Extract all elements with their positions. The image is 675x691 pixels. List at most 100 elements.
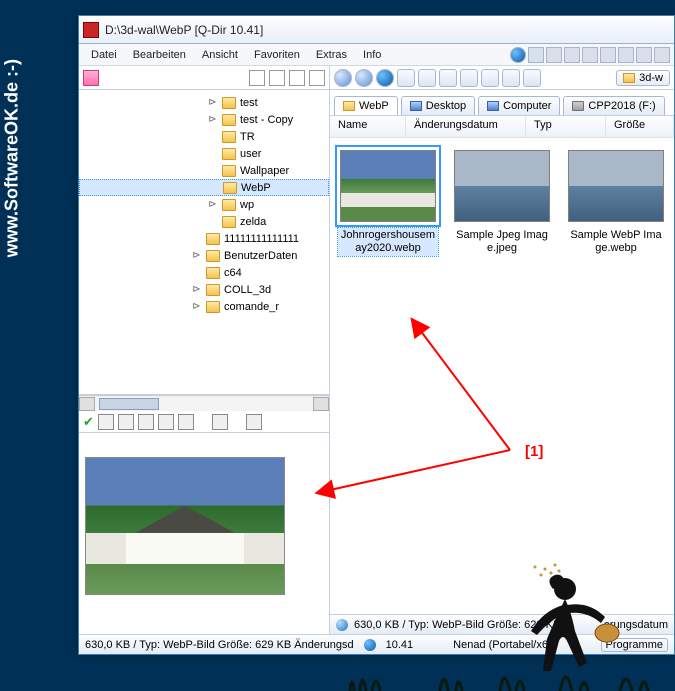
preview-tool-icon[interactable] (138, 414, 154, 430)
tree-item[interactable]: ⊳test (79, 94, 329, 111)
drive-icon (572, 101, 584, 111)
globe-icon[interactable] (510, 47, 526, 63)
globe-icon (364, 639, 376, 651)
check-icon[interactable]: ✔ (83, 414, 94, 430)
close-icon[interactable] (309, 70, 325, 86)
forward-icon[interactable] (355, 69, 373, 87)
folder-tree[interactable]: ⊳test⊳test - CopyTRuser Wallpaper WebP⊳wpz… (79, 90, 329, 395)
toolbar-icon[interactable] (481, 69, 499, 87)
titlebar[interactable]: D:\3d-wal\WebP [Q-Dir 10.41] (79, 16, 674, 44)
desktop-icon (410, 101, 422, 111)
menu-file[interactable]: Datei (83, 49, 125, 61)
toolbar-icon[interactable] (618, 47, 634, 63)
scroll-thumb[interactable] (99, 398, 159, 410)
toolbar-icon[interactable] (564, 47, 580, 63)
toolbar-icon[interactable] (636, 47, 652, 63)
scroll-right-arrow[interactable] (313, 397, 329, 411)
menubar: Datei Bearbeiten Ansicht Favoriten Extra… (79, 44, 674, 66)
tree-item[interactable]: c64 (79, 264, 329, 281)
preview-tool-icon[interactable] (118, 414, 134, 430)
file-thumb[interactable]: Sample WebP Image.webp (566, 150, 666, 256)
preview-panel (79, 433, 329, 634)
tree-item[interactable]: zelda (79, 213, 329, 230)
preview-toolbar: ✔ (79, 411, 329, 433)
expand-icon[interactable]: ⊳ (191, 284, 202, 295)
menu-favorites[interactable]: Favoriten (246, 49, 308, 61)
toolbar-icon[interactable] (582, 47, 598, 63)
tree-item[interactable]: WebP (79, 179, 329, 196)
tree-item[interactable]: ⊳wp (79, 196, 329, 213)
grid-icon[interactable] (249, 70, 265, 86)
tree-item[interactable]: 11111111111111 (79, 230, 329, 247)
status-left: 630,0 KB / Typ: WebP-Bild Größe: 629 KB … (85, 639, 354, 651)
pin-icon[interactable] (83, 70, 99, 86)
scroll-left-arrow[interactable] (79, 397, 95, 411)
tree-item[interactable]: ⊳comande_r (79, 298, 329, 315)
right-toolbar: 3d-w (330, 66, 674, 90)
thumbnail-view[interactable]: Johnrogershousemay2020.webp Sample Jpeg … (330, 138, 674, 614)
column-size[interactable]: Größe (606, 116, 674, 137)
toolbar-icon[interactable] (397, 69, 415, 87)
preview-tool-icon[interactable] (212, 414, 228, 430)
tab-computer[interactable]: Computer (478, 96, 560, 115)
file-thumb[interactable]: Johnrogershousemay2020.webp (338, 150, 438, 256)
tree-item[interactable]: ⊳ COLL_3d (79, 281, 329, 298)
tree-item[interactable]: TR (79, 128, 329, 145)
tree-toolbar (79, 66, 329, 90)
column-name[interactable]: Name (330, 116, 406, 137)
search-icon[interactable] (289, 70, 305, 86)
folder-icon (623, 73, 635, 83)
preview-tool-icon[interactable] (98, 414, 114, 430)
back-icon[interactable] (334, 69, 352, 87)
folder-icon (222, 131, 236, 143)
tab-desktop[interactable]: Desktop (401, 96, 475, 115)
expand-icon[interactable]: ⊳ (191, 250, 202, 261)
file-thumb[interactable]: Sample Jpeg Image.jpeg (452, 150, 552, 256)
preview-tool-icon[interactable] (246, 414, 262, 430)
toolbar-icon[interactable] (460, 69, 478, 87)
expand-icon[interactable]: ⊳ (191, 301, 202, 312)
app-window: D:\3d-wal\WebP [Q-Dir 10.41] Datei Bearb… (78, 15, 675, 655)
globe-icon[interactable] (376, 69, 394, 87)
expand-icon[interactable]: ⊳ (207, 114, 218, 125)
menu-extras[interactable]: Extras (308, 49, 355, 61)
column-type[interactable]: Typ (526, 116, 606, 137)
tree-label: BenutzerDaten (224, 250, 297, 262)
toolbar-icon[interactable] (439, 69, 457, 87)
tree-item[interactable]: user (79, 145, 329, 162)
path-text: 3d-w (639, 72, 663, 84)
menu-view[interactable]: Ansicht (194, 49, 246, 61)
app-icon (83, 22, 99, 38)
tree-label: COLL_3d (224, 284, 271, 296)
folder-icon (222, 148, 236, 160)
scroll-track[interactable] (95, 397, 313, 411)
toolbar-icon[interactable] (528, 47, 544, 63)
toolbar-icon[interactable] (546, 47, 562, 63)
folder-icon (223, 182, 237, 194)
menu-info[interactable]: Info (355, 49, 389, 61)
tree-item[interactable]: ⊳test - Copy (79, 111, 329, 128)
tree-item[interactable]: Wallpaper (79, 162, 329, 179)
toolbar-icon[interactable] (502, 69, 520, 87)
tree-item[interactable]: ⊳ BenutzerDaten (79, 247, 329, 264)
tab-webp[interactable]: WebP (334, 96, 398, 115)
tree-label: Wallpaper (240, 165, 289, 177)
expand-icon[interactable]: ⊳ (207, 199, 218, 210)
computer-icon (487, 101, 499, 111)
toolbar-icon[interactable] (523, 69, 541, 87)
preview-tool-icon[interactable] (178, 414, 194, 430)
preview-image (85, 457, 285, 595)
expand-icon[interactable]: ⊳ (207, 97, 218, 108)
toolbar-icon[interactable] (600, 47, 616, 63)
folder-icon (206, 250, 220, 262)
path-breadcrumb[interactable]: 3d-w (616, 70, 670, 86)
preview-tool-icon[interactable] (158, 414, 174, 430)
column-date[interactable]: Änderungsdatum (406, 116, 526, 137)
tab-drive[interactable]: CPP2018 (F:) (563, 96, 664, 115)
horizontal-scrollbar[interactable] (79, 395, 329, 411)
view-icon[interactable] (269, 70, 285, 86)
thumb-image (340, 150, 436, 222)
menu-edit[interactable]: Bearbeiten (125, 49, 194, 61)
toolbar-icon[interactable] (654, 47, 670, 63)
toolbar-icon[interactable] (418, 69, 436, 87)
